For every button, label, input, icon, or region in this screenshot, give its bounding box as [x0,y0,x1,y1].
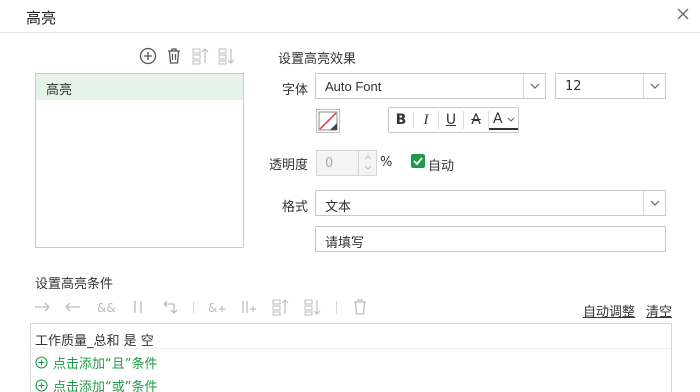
chevron-up-icon [364,155,372,160]
plus-circle-icon [35,356,48,369]
arrow-left-icon [63,297,83,317]
add-and-icon: & [207,297,227,317]
svg-text:&: & [208,301,217,315]
divider [193,301,194,314]
dialog-title: 高亮 [26,9,57,27]
format-label: 格式 [281,200,308,215]
add-circle-icon[interactable] [138,46,158,66]
and-operator-icon: && [96,297,116,317]
effects-section-title: 设置高亮效果 [278,52,357,67]
divider [413,111,414,129]
chevron-down-icon[interactable] [643,74,665,98]
text-format-toolbar: B I U A A [388,107,519,133]
stepper-buttons [358,151,376,175]
format-input[interactable]: 请填写 [315,226,666,252]
conditions-panel: 工作质量_总和 是 空 点击添加“且”条件 点击添加“或”条件 [30,323,672,392]
condition-row[interactable]: 工作质量_总和 是 空 [31,326,671,350]
chevron-down-icon[interactable] [523,74,545,98]
highlight-list: 高亮 [35,73,244,248]
plus-circle-icon [35,379,48,392]
italic-button[interactable]: I [414,108,438,132]
add-or-icon [239,297,259,317]
chevron-down-icon[interactable] [643,191,665,215]
add-or-condition[interactable]: 点击添加“或”条件 [31,372,671,392]
clear-link[interactable]: 清空 [646,301,672,320]
arrow-right-icon [32,297,52,317]
transparency-stepper: 0 [316,150,377,176]
add-or-label: 点击添加“或”条件 [53,380,158,392]
add-and-label: 点击添加“且”条件 [53,357,158,372]
divider [463,111,464,129]
percent-unit: % [380,155,393,170]
delete-trash-icon [350,297,370,317]
underline-button[interactable]: U [439,108,463,132]
close-icon[interactable] [673,4,693,24]
move-down-icon [216,46,236,66]
format-input-placeholder: 请填写 [325,236,365,251]
font-select[interactable]: Auto Font [315,73,546,99]
add-and-condition[interactable]: 点击添加“且”条件 [31,349,671,373]
strikethrough-button[interactable]: A [464,108,488,132]
background-color-picker[interactable] [316,109,340,133]
svg-text:&&: && [97,301,116,315]
font-color-label: A [493,111,503,127]
condition-text: 工作质量_总和 是 空 [35,334,154,349]
format-select-value: 文本 [325,200,352,215]
auto-label: 自动 [428,159,455,174]
divider [438,111,439,129]
auto-adjust-link[interactable]: 自动调整 [583,301,635,320]
move-up-icon [190,46,210,66]
caret-down-icon [507,117,515,122]
auto-checkbox[interactable] [411,154,425,168]
title-bar [0,0,700,33]
transparency-value: 0 [325,156,334,171]
move-down-icon [302,297,322,317]
font-select-value: Auto Font [325,79,382,94]
font-size-value: 12 [565,79,582,94]
list-item[interactable]: 高亮 [36,74,243,100]
checkmark-icon [413,157,423,166]
chevron-down-icon [364,165,372,170]
font-size-select[interactable]: 12 [555,73,666,99]
delete-trash-icon[interactable] [164,46,184,66]
format-select[interactable]: 文本 [315,190,666,216]
divider [336,301,337,314]
font-color-button[interactable]: A [489,108,518,130]
or-operator-icon [128,297,148,317]
divider [488,111,489,129]
bold-button[interactable]: B [389,108,413,132]
swap-icon [160,297,180,317]
font-label: 字体 [281,83,308,98]
transparency-label: 透明度 [268,158,308,173]
move-up-icon [270,297,290,317]
conditions-section-title: 设置高亮条件 [35,277,114,292]
